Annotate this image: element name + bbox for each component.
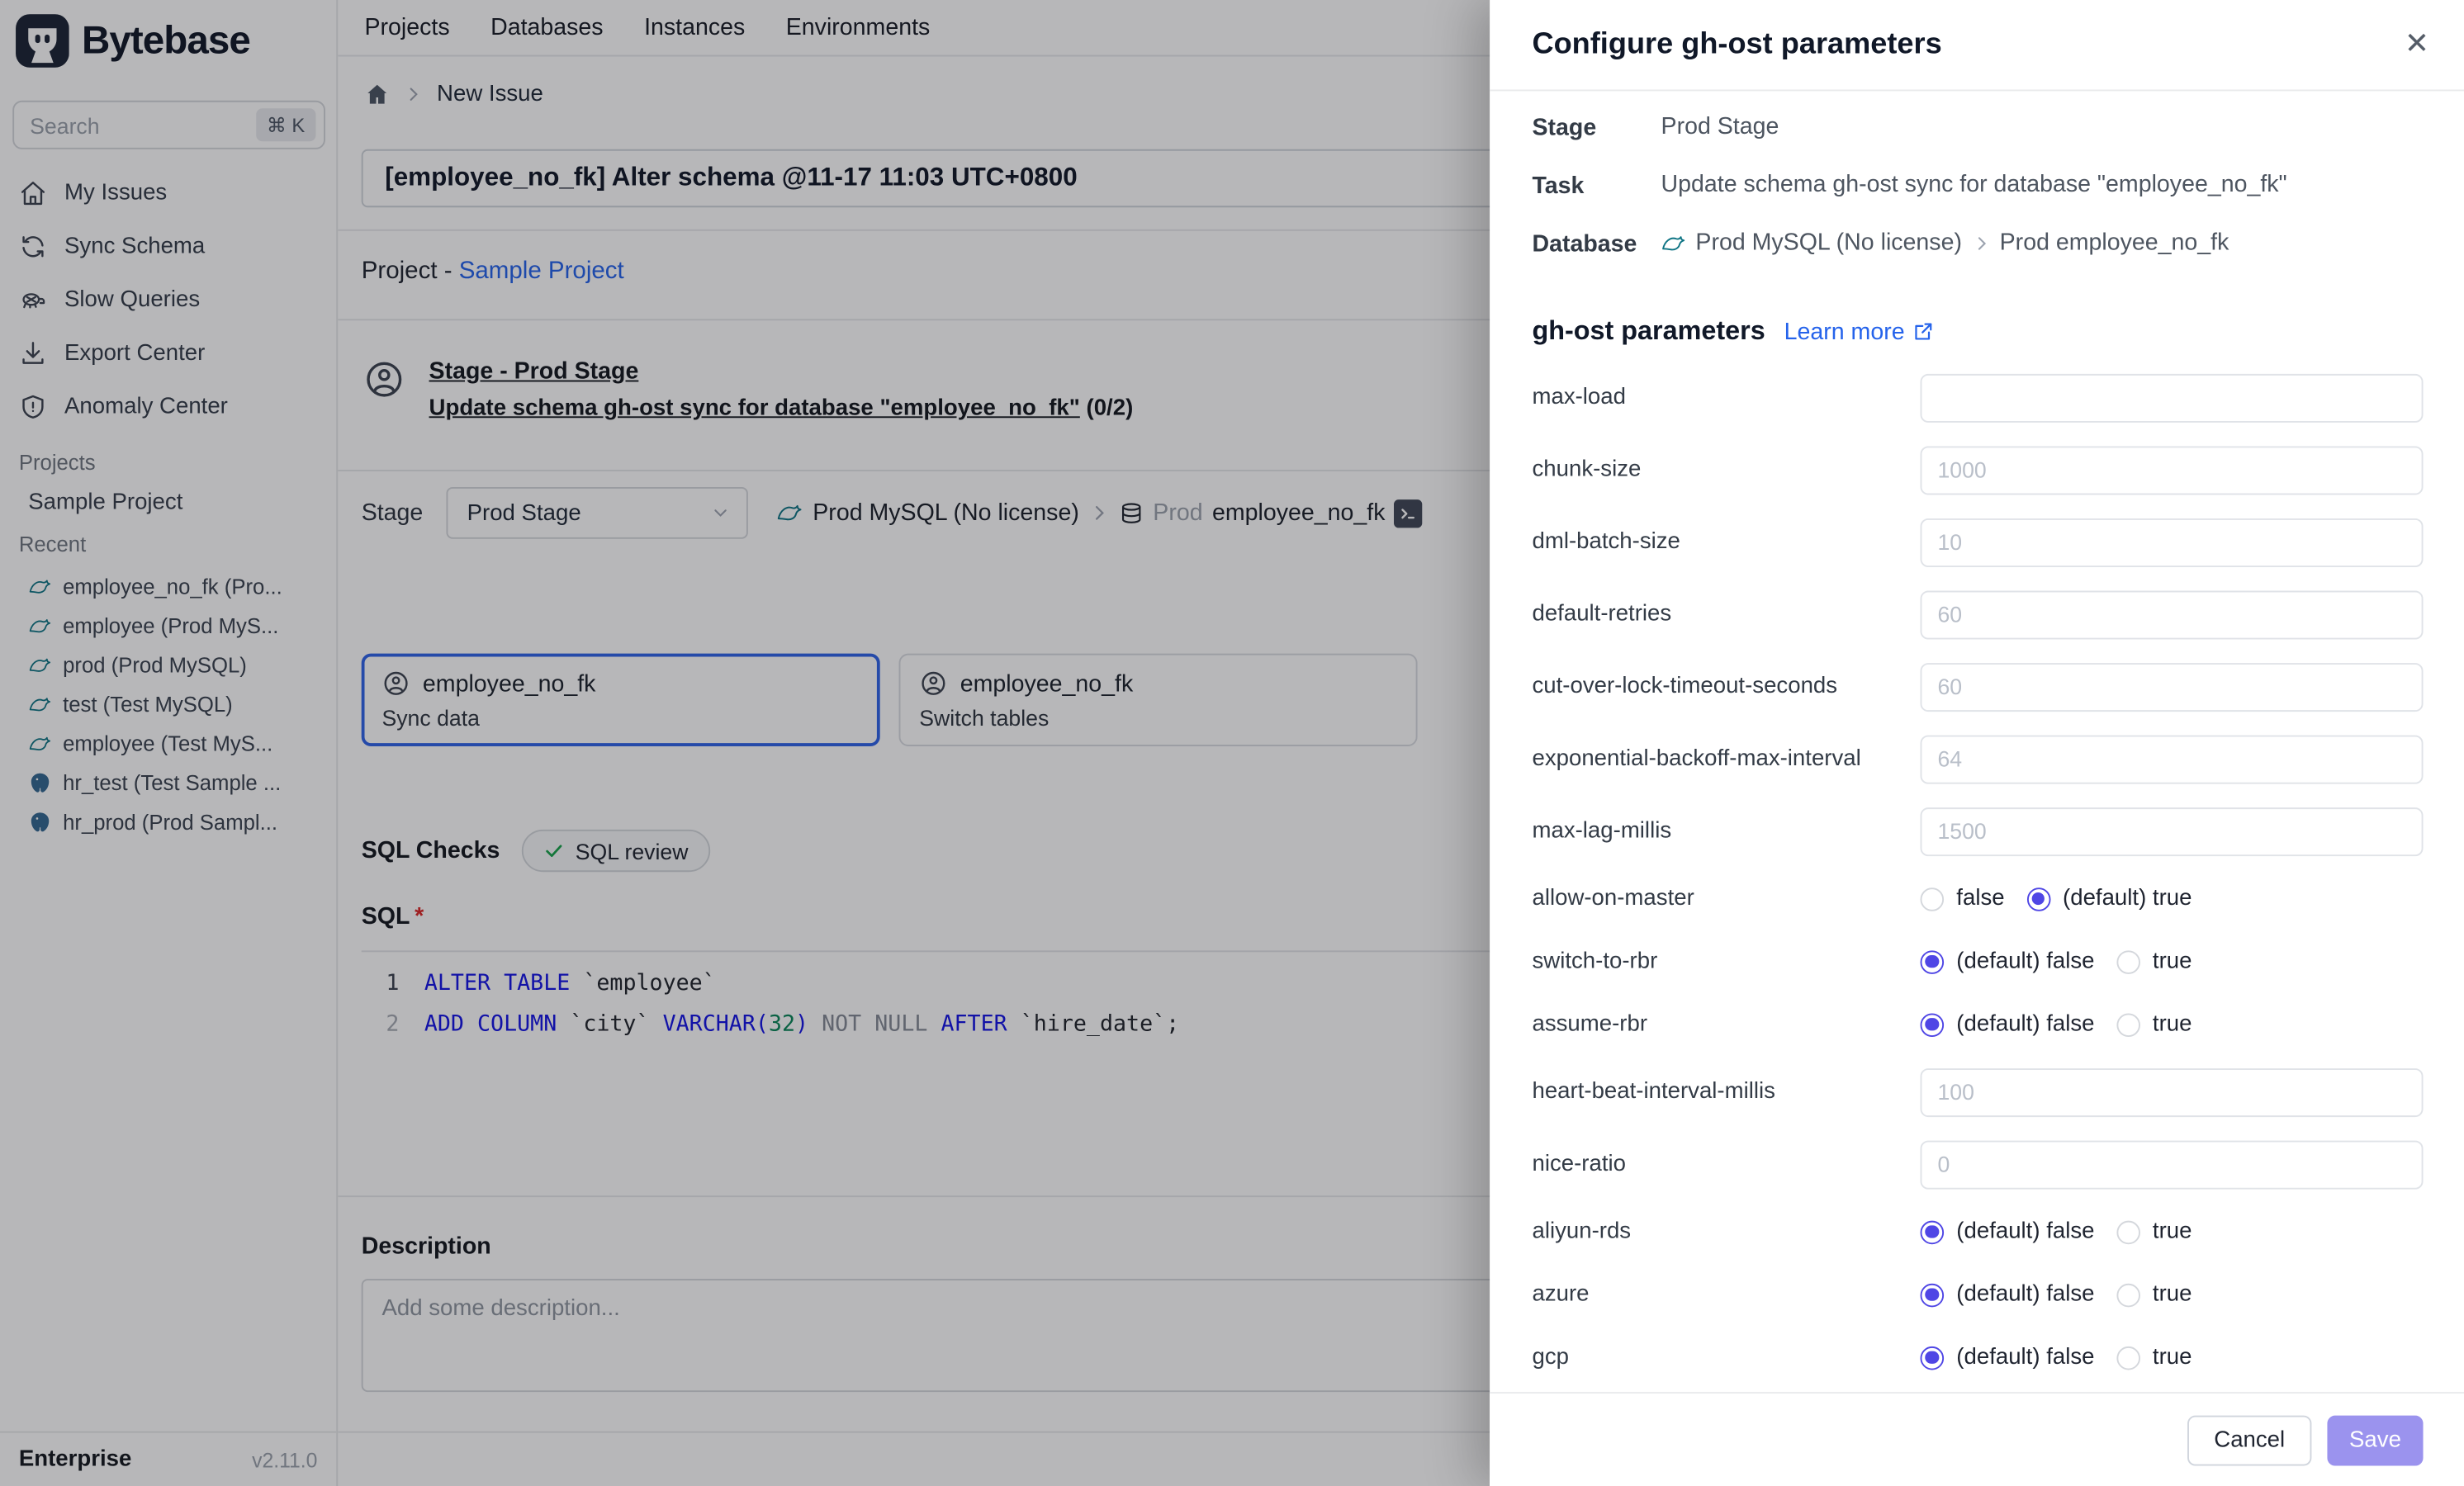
radio-option-label: true	[2153, 1282, 2192, 1307]
radio-option-label: true	[2153, 1012, 2192, 1037]
param-cut-over-lock-timeout-seconds: cut-over-lock-timeout-seconds	[1532, 651, 2423, 723]
learn-more-link[interactable]: Learn more	[1784, 318, 1935, 344]
param-input[interactable]	[1921, 1140, 2424, 1189]
param-label: aliyun-rds	[1532, 1219, 1920, 1244]
param-input[interactable]	[1921, 518, 2424, 566]
param-input[interactable]	[1921, 807, 2424, 855]
radio-true[interactable]	[2116, 949, 2140, 973]
ghost-params-header: gh-ost parameters Learn more	[1532, 301, 2423, 361]
param-assume-rbr: assume-rbr (default) false true	[1532, 993, 2423, 1056]
ghost-config-drawer: Configure gh-ost parameters ✕ Stage Prod…	[1490, 0, 2464, 1486]
meta-label: Database	[1532, 230, 1661, 258]
cancel-button[interactable]: Cancel	[2187, 1415, 2311, 1465]
param-nice-ratio: nice-ratio	[1532, 1128, 2423, 1200]
radio-group: (default) false true	[1921, 1012, 2424, 1037]
radio-option-label: (default) false	[1956, 1012, 2094, 1037]
meta-value: Prod Stage	[1661, 113, 1779, 140]
radio-group: (default) false true	[1921, 949, 2424, 973]
param-allow-on-master: allow-on-master false (default) true	[1532, 867, 2423, 930]
bytebase-app: Bytebase ⌘ K My Issues Sync Schema Slow …	[0, 0, 2464, 1486]
param-input[interactable]	[1921, 590, 2424, 639]
param-label: chunk-size	[1532, 457, 1920, 482]
meta-value: Prod MySQL (No license) Prod employee_no…	[1661, 230, 2229, 256]
param-input[interactable]	[1921, 446, 2424, 495]
close-icon[interactable]: ✕	[2398, 24, 2436, 66]
radio-option-label: true	[2153, 949, 2192, 973]
radio-false[interactable]	[1921, 887, 1945, 911]
radio-false[interactable]	[1921, 1013, 1945, 1037]
param-label: heart-beat-interval-millis	[1532, 1079, 1920, 1104]
radio-group: (default) false true	[1921, 1282, 2424, 1307]
mysql-icon	[1661, 230, 1686, 255]
chevron-right-icon	[1971, 234, 1990, 253]
radio-true[interactable]	[2116, 1346, 2140, 1370]
drawer-footer: Cancel Save	[1490, 1392, 2464, 1486]
param-aliyun-rds: aliyun-rds (default) false true	[1532, 1200, 2423, 1263]
meta-database-name: Prod employee_no_fk	[2000, 230, 2229, 256]
param-dml-batch-size: dml-batch-size	[1532, 506, 2423, 579]
radio-false[interactable]	[1921, 1220, 1945, 1244]
param-label: max-lag-millis	[1532, 818, 1920, 843]
meta-database: Database Prod MySQL (No license) Prod em…	[1532, 230, 2423, 287]
param-default-retries: default-retries	[1532, 578, 2423, 651]
drawer-header: Configure gh-ost parameters ✕	[1490, 0, 2464, 91]
radio-option-label: (default) false	[1956, 1219, 2094, 1244]
meta-task: Task Update schema gh-ost sync for datab…	[1532, 171, 2423, 229]
radio-group: (default) false true	[1921, 1219, 2424, 1244]
radio-option-label: (default) true	[2063, 886, 2192, 911]
external-link-icon	[1912, 320, 1935, 343]
radio-group: (default) false true	[1921, 1345, 2424, 1370]
param-input[interactable]	[1921, 662, 2424, 711]
param-input[interactable]	[1921, 1067, 2424, 1116]
param-label: gcp	[1532, 1345, 1920, 1370]
radio-option-label: (default) false	[1956, 1282, 2094, 1307]
param-heart-beat-interval-millis: heart-beat-interval-millis	[1532, 1056, 2423, 1129]
radio-option-label: true	[2153, 1345, 2192, 1370]
param-label: default-retries	[1532, 602, 1920, 627]
param-label: assume-rbr	[1532, 1012, 1920, 1037]
save-button[interactable]: Save	[2327, 1415, 2423, 1465]
param-label: exponential-backoff-max-interval	[1532, 746, 1920, 771]
meta-label: Task	[1532, 171, 1661, 199]
radio-false[interactable]	[1921, 949, 1945, 973]
param-label: nice-ratio	[1532, 1152, 1920, 1176]
param-switch-to-rbr: switch-to-rbr (default) false true	[1532, 930, 2423, 993]
radio-true[interactable]	[2116, 1220, 2140, 1244]
param-chunk-size: chunk-size	[1532, 433, 2423, 506]
param-label: cut-over-lock-timeout-seconds	[1532, 674, 1920, 698]
param-input[interactable]	[1921, 735, 2424, 783]
param-label: azure	[1532, 1282, 1920, 1307]
radio-option-label: (default) false	[1956, 949, 2094, 973]
drawer-body: Stage Prod Stage Task Update schema gh-o…	[1490, 91, 2464, 1389]
meta-value: Update schema gh-ost sync for database "…	[1661, 171, 2287, 197]
meta-stage: Stage Prod Stage	[1532, 113, 2423, 171]
radio-true[interactable]	[2116, 1283, 2140, 1307]
param-label: switch-to-rbr	[1532, 949, 1920, 973]
param-exponential-backoff-max-interval: exponential-backoff-max-interval	[1532, 722, 2423, 795]
radio-option-label: (default) false	[1956, 1345, 2094, 1370]
param-label: dml-batch-size	[1532, 529, 1920, 554]
learn-more-label: Learn more	[1784, 318, 1905, 344]
radio-true[interactable]	[2026, 887, 2050, 911]
radio-true[interactable]	[2116, 1013, 2140, 1037]
meta-instance: Prod MySQL (No license)	[1695, 230, 1962, 256]
radio-false[interactable]	[1921, 1346, 1945, 1370]
param-label: allow-on-master	[1532, 886, 1920, 911]
param-gcp: gcp (default) false true	[1532, 1326, 2423, 1389]
drawer-title: Configure gh-ost parameters	[1532, 27, 1941, 62]
param-max-load: max-load	[1532, 362, 2423, 434]
radio-option-label: true	[2153, 1219, 2192, 1244]
param-azure: azure (default) false true	[1532, 1263, 2423, 1326]
meta-label: Stage	[1532, 113, 1661, 141]
param-input[interactable]	[1921, 373, 2424, 422]
param-max-lag-millis: max-lag-millis	[1532, 795, 2423, 868]
radio-option-label: false	[1956, 886, 2004, 911]
ghost-params-title: gh-ost parameters	[1532, 316, 1765, 348]
param-label: max-load	[1532, 385, 1920, 409]
radio-false[interactable]	[1921, 1283, 1945, 1307]
radio-group: false (default) true	[1921, 886, 2424, 911]
